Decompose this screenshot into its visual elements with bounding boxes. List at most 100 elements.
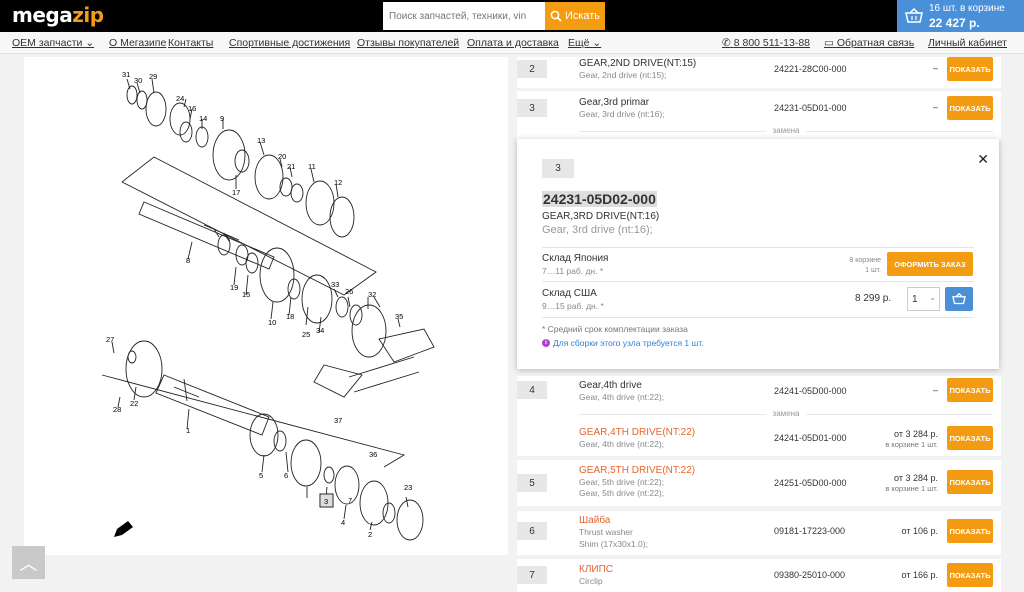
label-8[interactable]: 8 (186, 256, 190, 265)
position-number[interactable]: 4 (517, 381, 547, 399)
label-36[interactable]: 36 (369, 450, 377, 459)
label-29[interactable]: 29 (149, 72, 157, 81)
label-14[interactable]: 14 (199, 114, 207, 123)
search-input[interactable] (383, 2, 545, 30)
show-button[interactable]: ПОКАЗАТЬ (947, 96, 993, 120)
label-15[interactable]: 15 (242, 290, 250, 299)
position-number[interactable]: 6 (517, 522, 547, 540)
nav-sport[interactable]: Спортивные достижения (229, 37, 350, 49)
position-number[interactable]: 7 (517, 566, 547, 584)
warehouse-name: Склад Япония (542, 253, 609, 264)
nav-oem[interactable]: OEM запчасти ⌄ (12, 37, 94, 49)
label-32[interactable]: 32 (368, 290, 376, 299)
show-button[interactable]: ПОКАЗАТЬ (947, 378, 993, 402)
label-25[interactable]: 25 (302, 330, 310, 339)
checkout-button[interactable]: ОФОРМИТЬ ЗАКАЗ (887, 252, 973, 276)
replacement-divider: замена (579, 126, 993, 135)
position-number[interactable]: 2 (517, 60, 547, 78)
label-5[interactable]: 5 (259, 471, 263, 480)
show-button[interactable]: ПОКАЗАТЬ (947, 470, 993, 494)
part-name[interactable]: Шайба (579, 515, 610, 526)
part-name[interactable]: Gear,3rd primar (579, 97, 649, 108)
add-to-cart-button[interactable] (945, 287, 973, 311)
label-23[interactable]: 23 (404, 483, 412, 492)
popup-part-number: 24231-05D02-000 (542, 191, 657, 207)
table-row: 5 GEAR,5TH DRIVE(NT:22) Gear, 5th drive … (517, 460, 1001, 506)
show-button[interactable]: ПОКАЗАТЬ (947, 519, 993, 543)
label-16[interactable]: 16 (188, 104, 196, 113)
show-button[interactable]: ПОКАЗАТЬ (947, 426, 993, 450)
part-name[interactable]: Gear,4th drive (579, 380, 642, 391)
label-13[interactable]: 13 (257, 136, 265, 145)
table-row: 2 GEAR,2ND DRIVE(NT:15) Gear, 2nd drive … (517, 57, 1001, 88)
label-26[interactable]: 26 (345, 287, 353, 296)
nav-account[interactable]: Личный кабинет (928, 37, 1007, 49)
part-number: 24251-05D00-000 (774, 478, 847, 488)
position-number[interactable]: 5 (517, 474, 547, 492)
label-7[interactable]: 7 (348, 496, 352, 505)
show-button[interactable]: ПОКАЗАТЬ (947, 57, 993, 81)
show-button[interactable]: ПОКАЗАТЬ (947, 563, 993, 587)
assembly-info[interactable]: i Для сборки этого узла требуется 1 шт. (542, 338, 704, 348)
label-22[interactable]: 22 (130, 399, 138, 408)
part-desc: Gear, 5th drive (nt:22); (579, 477, 665, 487)
nav-feedback[interactable]: ▭ Обратная связь (824, 37, 914, 49)
label-21[interactable]: 21 (287, 162, 295, 171)
part-name[interactable]: GEAR,5TH DRIVE(NT:22) (579, 465, 695, 476)
nav-contacts[interactable]: Контакты (168, 37, 213, 49)
label-35[interactable]: 35 (395, 312, 403, 321)
nav-about[interactable]: О Мегазипе (109, 37, 166, 49)
part-name[interactable]: GEAR,4TH DRIVE(NT:22) (579, 427, 695, 438)
label-33[interactable]: 33 (331, 280, 339, 289)
part-desc: Gear, 4th drive (nt:22); (579, 439, 665, 449)
table-row: 6 Шайба Thrust washer Shim (17x30x1.0); … (517, 511, 1001, 555)
main-nav: OEM запчасти ⌄ О Мегазипе Контакты Спорт… (0, 32, 1024, 54)
label-37[interactable]: 37 (334, 416, 342, 425)
label-30[interactable]: 30 (134, 76, 142, 85)
part-desc: Gear, 2nd drive (nt:15); (579, 70, 667, 80)
label-11[interactable]: 11 (308, 162, 316, 171)
nav-reviews[interactable]: Отзывы покупателей (357, 37, 459, 49)
label-27[interactable]: 27 (106, 335, 114, 344)
table-row: 3 Gear,3rd primar Gear, 3rd drive (nt:16… (517, 91, 1001, 139)
nav-phone[interactable]: ✆ 8 800 511-13-88 (722, 37, 810, 49)
part-number: 24231-05D01-000 (774, 103, 847, 113)
label-12[interactable]: 12 (334, 178, 342, 187)
part-number: 09380-25010-000 (774, 570, 846, 580)
part-name[interactable]: GEAR,2ND DRIVE(NT:15) (579, 58, 696, 69)
label-2[interactable]: 2 (368, 530, 372, 539)
phone-icon: ✆ (722, 37, 731, 49)
label-10[interactable]: 10 (268, 318, 276, 327)
label-9[interactable]: 9 (220, 114, 224, 123)
label-31[interactable]: 31 (122, 70, 130, 79)
part-number: 09181-17223-000 (774, 526, 846, 536)
in-cart-note: в корзине 1 шт. (885, 440, 938, 449)
label-24[interactable]: 24 (176, 94, 184, 103)
label-20[interactable]: 20 (278, 152, 286, 161)
quantity-select[interactable]: 1 ⌄ (907, 287, 940, 311)
nav-more[interactable]: Ещё ⌄ (568, 37, 601, 49)
in-cart-note: 8 корзине 1 шт. (849, 257, 881, 274)
label-17[interactable]: 17 (232, 188, 240, 197)
part-popup: ✕ 3 24231-05D02-000 GEAR,3RD DRIVE(NT:16… (517, 139, 999, 369)
label-19[interactable]: 19 (230, 283, 238, 292)
close-icon[interactable]: ✕ (977, 151, 989, 168)
label-4[interactable]: 4 (341, 518, 345, 527)
cart-button[interactable]: 16 шт. в корзине 22 427 р. (897, 0, 1024, 32)
logo[interactable]: megazip (12, 3, 104, 27)
position-number[interactable]: 3 (517, 99, 547, 117)
search-button[interactable]: Искать (545, 2, 605, 30)
part-name[interactable]: КЛИПС (579, 564, 613, 575)
chevron-down-icon: ⌄ (592, 37, 602, 49)
label-28[interactable]: 28 (113, 405, 121, 414)
search-bar: Искать (383, 2, 605, 30)
basket-icon (905, 8, 923, 23)
nav-payment[interactable]: Оплата и доставка (467, 37, 559, 49)
label-6[interactable]: 6 (284, 471, 288, 480)
label-34[interactable]: 34 (316, 326, 324, 335)
label-1[interactable]: 1 (186, 426, 190, 435)
part-desc: Gear, 5th drive (nt:22); (579, 488, 665, 498)
label-3[interactable]: 3 (324, 497, 328, 506)
scroll-top-button[interactable]: ︿ (12, 546, 45, 579)
label-18[interactable]: 18 (286, 312, 294, 321)
